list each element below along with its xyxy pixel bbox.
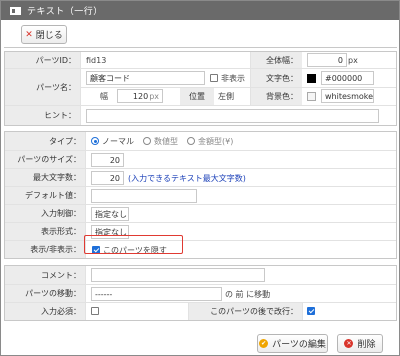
input-control-label: 入力制御： <box>5 205 85 222</box>
width-input[interactable]: 0 <box>307 53 347 67</box>
comment-input[interactable] <box>91 268 265 282</box>
hint-input[interactable] <box>86 109 379 123</box>
text-color-input[interactable]: #000000 <box>321 71 374 85</box>
type-radio-currency[interactable] <box>187 137 195 145</box>
title-bar: テキスト（一行） <box>1 1 399 20</box>
delete-icon: ✕ <box>344 339 354 348</box>
text-color-swatch[interactable] <box>307 73 316 83</box>
row-divider <box>80 87 396 88</box>
type-label: タイプ： <box>5 132 85 150</box>
size-input[interactable]: 20 <box>91 153 124 167</box>
check-icon: ✔ <box>259 339 269 348</box>
required-option[interactable] <box>91 304 99 318</box>
hidden-checkbox[interactable] <box>210 74 218 82</box>
size-width-label: 幅 <box>100 91 108 101</box>
delete-label: 削除 <box>357 340 376 350</box>
parts-name-label: パーツ名： <box>5 69 80 105</box>
toolbar-divider <box>4 47 397 48</box>
newline-checkbox[interactable] <box>307 307 315 315</box>
parts-name-input[interactable]: 顧客コード <box>86 71 205 85</box>
edit-part-label: パーツの編集 <box>272 340 326 350</box>
position-value[interactable]: 左側 <box>218 89 234 103</box>
text-color-picker[interactable] <box>307 71 316 85</box>
type-settings-panel: タイプ： ノーマル 数値型 金額型(¥) パーツのサイズ： 20 最大文字数： … <box>4 131 397 259</box>
default-label: デフォルト値： <box>5 187 85 204</box>
edit-part-button[interactable]: ✔ パーツの編集 <box>257 334 328 353</box>
parts-id-label: パーツID： <box>5 52 80 68</box>
display-format-label: 表示形式： <box>5 223 85 240</box>
position-label: 位置 <box>180 88 214 105</box>
parts-id-value: fid13 <box>86 55 107 65</box>
hidden-label: 非表示 <box>221 73 245 83</box>
type-option-normal: ノーマル <box>102 136 134 146</box>
column-divider <box>85 266 86 320</box>
maxlen-label: 最大文字数： <box>5 169 85 186</box>
hidden-option[interactable]: 非表示 <box>210 71 245 85</box>
size-width-value: 120 <box>132 91 149 101</box>
type-radio-group: ノーマル 数値型 金額型(¥) <box>91 134 233 148</box>
bg-color-label: 背景色： <box>250 88 302 105</box>
close-button-label: 閉じる <box>35 31 63 41</box>
close-button[interactable]: ✕ 閉じる <box>21 25 67 44</box>
maxlen-note: (入力できるテキスト最大文字数) <box>128 173 246 183</box>
column-divider <box>302 302 303 320</box>
size-width-input[interactable]: 120 px <box>117 89 163 103</box>
move-select[interactable]: ------ <box>91 287 222 301</box>
dialog-window: テキスト（一行） ✕ 閉じる パーツID： fid13 全体幅： 0 px パー… <box>0 0 400 356</box>
type-radio-normal[interactable] <box>91 137 99 145</box>
type-radio-number[interactable] <box>143 137 151 145</box>
visibility-label: 表示/非表示： <box>5 241 85 258</box>
bg-color-picker[interactable] <box>307 89 316 103</box>
basic-properties-panel: パーツID： fid13 全体幅： 0 px パーツ名： 顧客コード 非表示 文… <box>4 51 397 126</box>
default-input[interactable] <box>91 189 197 203</box>
highlight-box <box>84 235 183 254</box>
size-label: パーツのサイズ： <box>5 151 85 168</box>
move-suffix: の 前 に移動 <box>225 289 271 299</box>
required-label: 入力必須： <box>5 303 85 320</box>
type-option-currency: 金額型(¥) <box>198 136 234 146</box>
move-label: パーツの移動： <box>5 285 85 302</box>
extra-settings-panel: コメント： パーツの移動： ------ の 前 に移動 入力必須： このパーツ… <box>4 265 397 321</box>
column-divider <box>188 302 189 320</box>
comment-label: コメント： <box>5 266 85 284</box>
newline-label: このパーツの後で改行： <box>188 303 302 320</box>
bg-color-swatch[interactable] <box>307 91 316 101</box>
window-title: テキスト（一行） <box>27 7 103 17</box>
width-unit: px <box>348 55 358 65</box>
type-option-number: 数値型 <box>154 136 178 146</box>
input-control-select[interactable]: 指定なし <box>91 207 129 221</box>
close-icon: ✕ <box>25 29 33 40</box>
required-checkbox[interactable] <box>91 307 99 315</box>
maxlen-input[interactable]: 20 <box>91 171 124 185</box>
size-width-unit: px <box>149 91 159 101</box>
text-color-label: 文字色： <box>250 69 302 87</box>
newline-option[interactable] <box>307 304 315 318</box>
bg-color-input[interactable]: whitesmoke <box>321 89 374 103</box>
window-icon <box>10 6 21 15</box>
delete-button[interactable]: ✕ 削除 <box>337 334 383 353</box>
hint-label: ヒント： <box>5 106 80 125</box>
column-divider <box>250 52 251 105</box>
column-divider <box>80 52 81 125</box>
width-label: 全体幅： <box>250 52 302 68</box>
